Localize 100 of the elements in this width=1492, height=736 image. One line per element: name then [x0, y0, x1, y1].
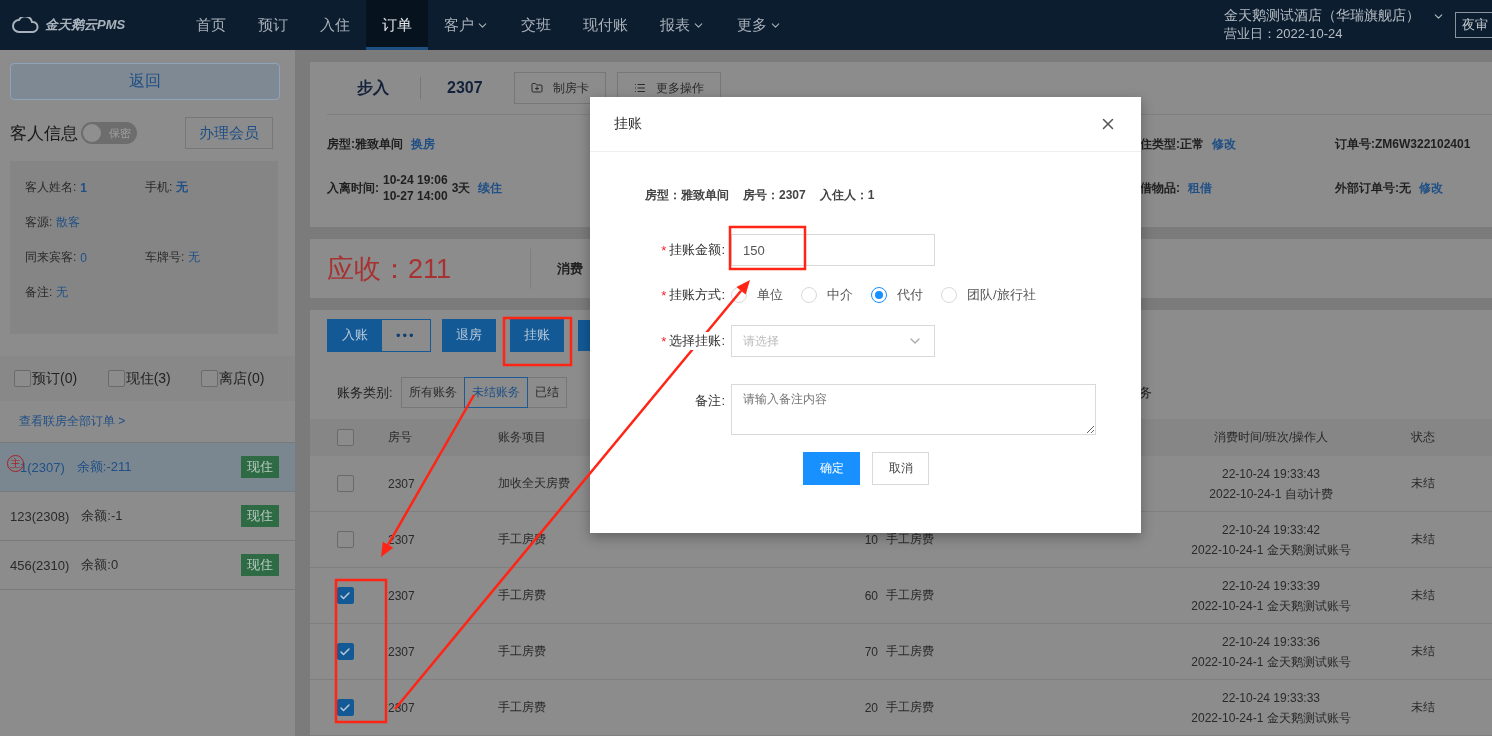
note-field[interactable]: 请输入备注内容	[731, 384, 1096, 435]
table-cell-text: 2307	[387, 700, 416, 715]
room-number: 2307	[447, 79, 483, 97]
confirm-button[interactable]: 确定	[803, 452, 860, 485]
hotel-name[interactable]: 金天鹅测试酒店（华瑞旗舰店）	[1224, 7, 1445, 25]
nav-tab[interactable]: 客户	[428, 0, 505, 50]
filter-checkbox[interactable]: 预订(0)	[14, 369, 108, 388]
table-cell-text: 手工房费	[497, 643, 547, 660]
table-cell-text: 22-10-24 19:33:33	[1221, 689, 1321, 707]
cancel-button[interactable]: 取消	[872, 452, 929, 485]
cloud-logo-icon	[12, 17, 40, 33]
nav-tab[interactable]: 订单	[366, 0, 428, 50]
nav-tab[interactable]: 预订	[242, 0, 304, 50]
order-info: 住类型:正常 修改	[1140, 134, 1237, 155]
folder-icon	[530, 82, 543, 94]
category-label: 账务类别:	[337, 383, 393, 402]
change-room-link[interactable]: 换房	[411, 135, 435, 153]
back-button[interactable]: 返回	[10, 63, 280, 100]
table-cell-text: 2022-10-24-1 金天鹅测试账号	[1191, 709, 1351, 727]
table-cell-text: 22-10-24 19:33:36	[1221, 633, 1321, 651]
dialog-title: 挂账	[614, 115, 642, 133]
table-cell-text: 10	[863, 532, 878, 547]
table-cell-text: 手工房费	[885, 699, 935, 716]
row-checkbox[interactable]	[336, 531, 354, 548]
consumed-label: 消费	[557, 259, 583, 278]
dialog-info: 房型：雅致单间	[645, 187, 729, 204]
table-cell-text: 手工房费	[885, 531, 935, 548]
member-button[interactable]: 办理会员	[185, 117, 273, 149]
nav-tab[interactable]: 更多	[721, 0, 798, 50]
row-checkbox[interactable]	[336, 475, 354, 492]
table-cell-text: 未结	[1410, 475, 1436, 492]
column-header: 账务项目	[497, 429, 547, 446]
table-cell-text: 2307	[387, 644, 416, 659]
external-order-number: 外部订单号:无 修改	[1335, 178, 1444, 199]
nav-tab[interactable]: 首页	[180, 0, 242, 50]
order-number: 订单号:ZM6W322102401	[1335, 135, 1472, 153]
nav-tab[interactable]: 报表	[644, 0, 721, 50]
table-cell-text: 70	[863, 644, 878, 659]
nav-tab[interactable]: 入住	[304, 0, 366, 50]
field-label: 选择挂账:	[669, 332, 725, 350]
dialog-info: 房号：2307	[743, 187, 806, 204]
table-cell-text: 未结	[1410, 587, 1436, 604]
table-cell-text: 2307	[387, 588, 416, 603]
category-tab[interactable]: 已结	[526, 377, 567, 408]
amount-field[interactable]: 150	[731, 234, 935, 266]
annotation-box	[502, 316, 573, 367]
table-cell-text: 手工房费	[885, 587, 935, 604]
table-cell-text: 手工房费	[885, 643, 935, 660]
nav-tab[interactable]: 交班	[505, 0, 567, 50]
app-logo: 金天鹅云PMS	[45, 16, 126, 34]
table-cell-text: 2022-10-24-1 金天鹅测试账号	[1191, 597, 1351, 615]
check-icon	[339, 701, 351, 714]
list-icon	[633, 82, 646, 94]
radio-option[interactable]: 团队/旅行社	[941, 286, 1036, 304]
table-cell-text: 未结	[1410, 531, 1436, 548]
table-cell-text: 22-10-24 19:33:42	[1221, 521, 1321, 539]
table-cell-text: 加收全天房费	[497, 475, 571, 492]
guest-field: 客人姓名: 1	[25, 170, 145, 205]
business-day: 营业日：2022-10-24	[1224, 25, 1445, 43]
required-mark: *	[661, 242, 667, 258]
post-charge-button[interactable]: 入账	[328, 319, 382, 351]
check-icon	[339, 645, 351, 658]
toolbar-button[interactable]	[577, 319, 592, 351]
required-mark: *	[661, 333, 667, 349]
field-label: 挂账方式:	[669, 286, 725, 304]
night-audit-button[interactable]: 夜审	[1455, 12, 1492, 38]
category-tab[interactable]: 未结账务	[463, 377, 528, 408]
dialog-info: 入住人：1	[819, 187, 875, 204]
guest-field: 手机: 无	[145, 170, 263, 205]
category-text: 务	[1139, 383, 1152, 402]
status-tag: 现住	[241, 554, 279, 576]
filter-checkbox[interactable]: 离店(0)	[201, 369, 295, 388]
radio-option[interactable]: 代付	[871, 286, 923, 304]
table-cell-text: 22-10-24 19:33:39	[1221, 577, 1321, 595]
table-cell-text: 未结	[1410, 643, 1436, 660]
check-icon	[339, 589, 351, 602]
make-card-button[interactable]: 制房卡	[513, 72, 606, 104]
table-cell-text: 60	[863, 588, 878, 603]
guest-field: 车牌号: 无	[145, 240, 263, 275]
table-cell-text: 2022-10-24-1 金天鹅测试账号	[1191, 541, 1351, 559]
table-cell-text: 2307	[387, 476, 416, 491]
field-label: 备注:	[695, 392, 725, 410]
checkout-button[interactable]: 退房	[441, 318, 496, 352]
extend-link[interactable]: 续住	[478, 179, 503, 197]
guest-field: 备注: 无	[25, 275, 145, 310]
table-cell-text: 20	[863, 700, 878, 715]
category-tab[interactable]: 所有账务	[400, 377, 465, 408]
edit-link[interactable]: 修改	[1212, 135, 1236, 153]
guest-field: 客源: 散客	[25, 205, 145, 240]
charge-to-account-button[interactable]: 挂账	[509, 318, 564, 352]
section-title: 客人信息	[10, 122, 78, 145]
rent-link[interactable]: 租借	[1188, 179, 1212, 197]
table-cell-text: 2022-10-24-1 自动计费	[1209, 485, 1333, 503]
radio-option[interactable]: 中介	[801, 286, 853, 304]
nav-tab[interactable]: 现付账	[567, 0, 644, 50]
select-all-checkbox[interactable]	[336, 429, 354, 446]
table-cell-text: 手工房费	[497, 699, 547, 716]
edit-link[interactable]: 修改	[1419, 179, 1443, 197]
status-tag: 现住	[241, 505, 279, 527]
filter-checkbox[interactable]: 现住(3)	[107, 369, 202, 388]
